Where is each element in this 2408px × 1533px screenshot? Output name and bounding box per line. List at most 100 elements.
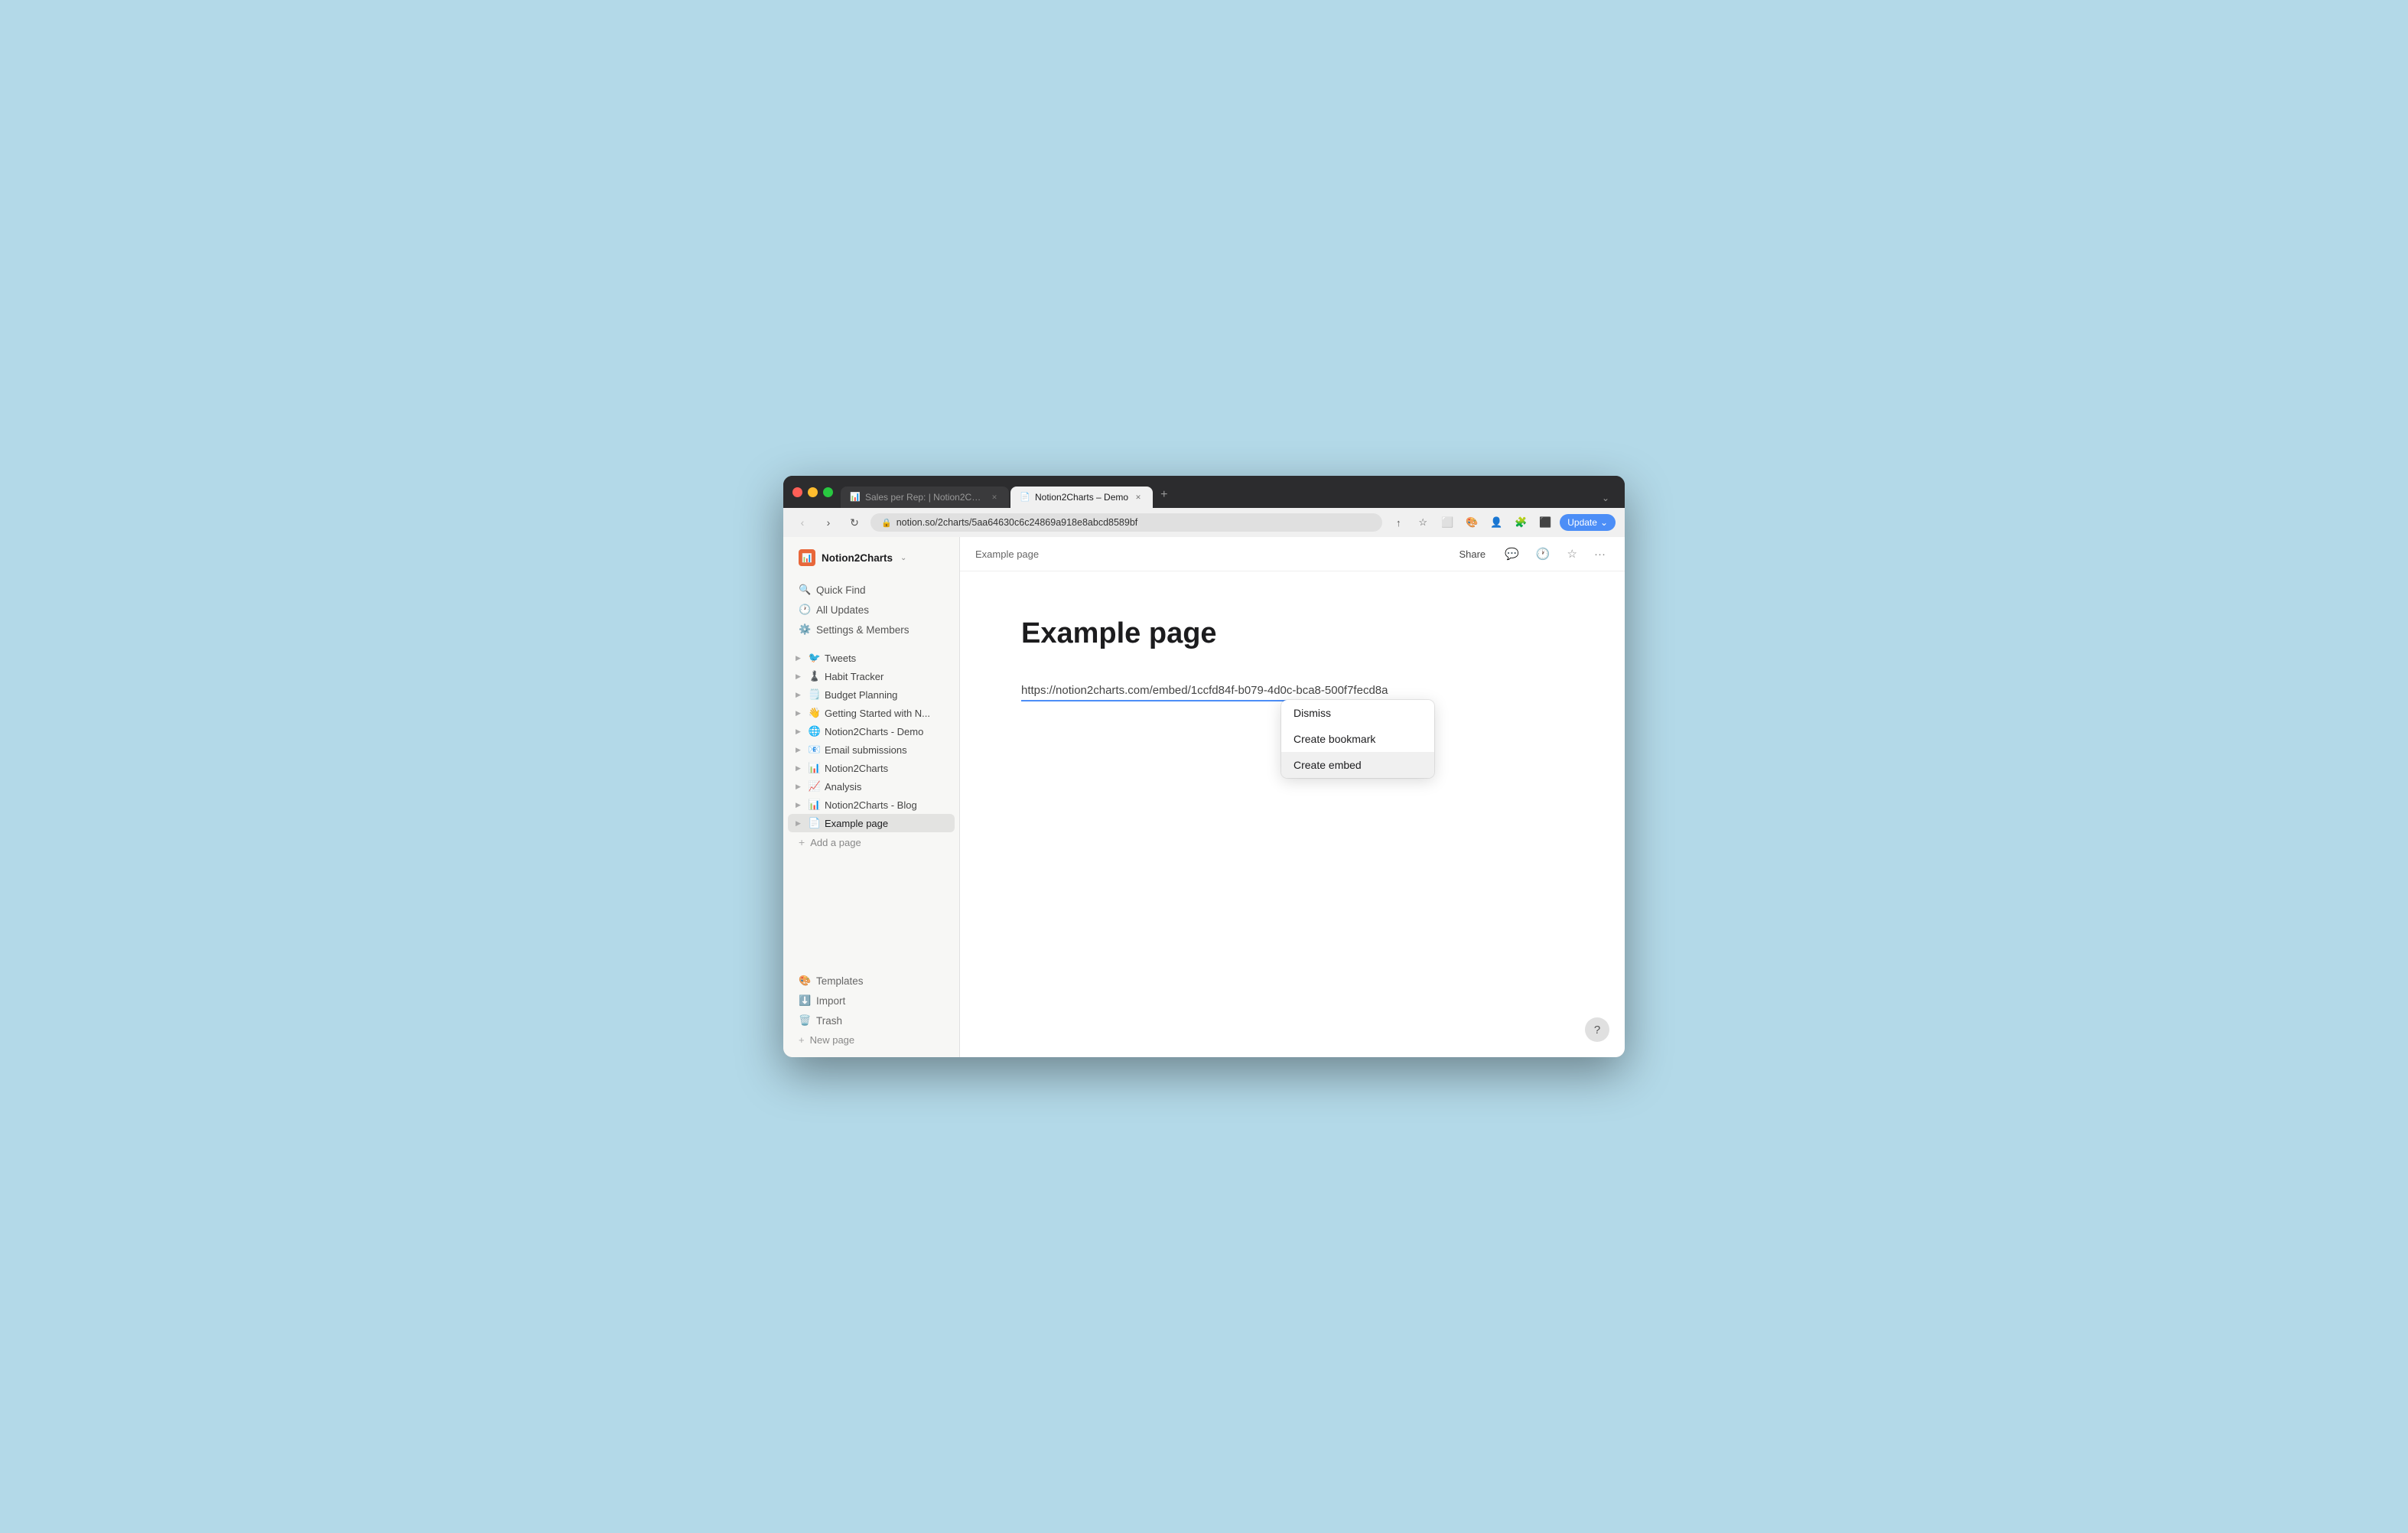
breadcrumb: Example page — [975, 548, 1039, 560]
page-blog-emoji: 📊 — [808, 799, 822, 811]
address-field[interactable]: 🔒 notion.so/2charts/5aa64630c6c24869a918… — [870, 513, 1382, 532]
sidebar-page-notion2charts[interactable]: ▶ 📊 Notion2Charts — [788, 759, 955, 777]
update-chevron-icon: ⌄ — [1600, 517, 1608, 528]
sidebar-page-tweets[interactable]: ▶ 🐦 Tweets — [788, 649, 955, 667]
update-label: Update — [1567, 517, 1597, 528]
bookmark-toolbar-button[interactable]: ☆ — [1413, 513, 1433, 532]
sidebar-item-import[interactable]: ⬇️ Import — [788, 991, 955, 1011]
search-icon: 🔍 — [799, 584, 811, 596]
share-button[interactable]: Share — [1453, 546, 1492, 562]
url-input[interactable] — [1021, 681, 1388, 701]
workspace-name: Notion2Charts — [822, 552, 893, 564]
page-email-emoji: 📧 — [808, 744, 822, 756]
sidebar-page-getting-started[interactable]: ▶ 👋 Getting Started with N... — [788, 704, 955, 722]
back-button[interactable]: ‹ — [792, 513, 812, 532]
traffic-light-minimize[interactable] — [808, 487, 818, 497]
new-tab-button[interactable]: + — [1154, 483, 1173, 506]
page-chevron-icon: ▶ — [796, 672, 805, 681]
sidebar-item-settings[interactable]: ⚙️ Settings & Members — [788, 620, 955, 640]
traffic-light-close[interactable] — [792, 487, 802, 497]
workspace-icon: 📊 — [799, 549, 815, 566]
sidebar-page-notion2charts-demo[interactable]: ▶ 🌐 Notion2Charts - Demo — [788, 722, 955, 740]
page-header: Example page Share 💬 🕐 ☆ ··· — [960, 537, 1625, 571]
gear-icon: ⚙️ — [799, 623, 811, 636]
reload-button[interactable]: ↻ — [844, 513, 864, 532]
new-page-plus-icon: + — [799, 1034, 805, 1046]
sidebar-page-analysis[interactable]: ▶ 📈 Analysis — [788, 777, 955, 796]
split-toolbar-button[interactable]: ⬛ — [1535, 513, 1555, 532]
sidebar-item-settings-label: Settings & Members — [816, 624, 910, 636]
comment-button[interactable]: 💬 — [1501, 545, 1523, 563]
page-chevron-icon: ▶ — [796, 746, 805, 754]
sidebar-page-habit-tracker[interactable]: ▶ ♟️ Habit Tracker — [788, 667, 955, 685]
sidebar-page-budget-planning[interactable]: ▶ 🗒️ Budget Planning — [788, 685, 955, 704]
sidebar-page-demo-label: Notion2Charts - Demo — [825, 726, 949, 737]
page-body: Example page Dismiss Create bookmark Cre… — [960, 571, 1625, 1057]
page-chevron-icon: ▶ — [796, 654, 805, 662]
pip-toolbar-button[interactable]: ⬜ — [1437, 513, 1457, 532]
sidebar-bottom: 🎨 Templates ⬇️ Import 🗑️ Trash + New pag… — [783, 963, 959, 1050]
sidebar-item-all-updates[interactable]: 🕐 All Updates — [788, 600, 955, 620]
share-toolbar-button[interactable]: ↑ — [1388, 513, 1408, 532]
page-chevron-icon: ▶ — [796, 709, 805, 718]
sidebar-item-templates[interactable]: 🎨 Templates — [788, 971, 955, 991]
sidebar-item-trash[interactable]: 🗑️ Trash — [788, 1011, 955, 1030]
page-budget-emoji: 🗒️ — [808, 688, 822, 701]
browser-tab-1[interactable]: 📊 Sales per Rep: | Notion2Charts ✕ — [841, 487, 1009, 508]
context-menu-create-embed[interactable]: Create embed — [1281, 752, 1434, 778]
workspace-chevron-icon: ⌄ — [900, 554, 906, 562]
extensions-toolbar-button[interactable]: 🧩 — [1511, 513, 1531, 532]
page-tweets-emoji: 🐦 — [808, 652, 822, 664]
page-title: Example page — [1021, 617, 1564, 650]
sidebar-item-quick-find-label: Quick Find — [816, 584, 866, 596]
lock-icon: 🔒 — [881, 518, 892, 528]
page-chevron-icon: ▶ — [796, 727, 805, 736]
tab-1-close[interactable]: ✕ — [989, 492, 1000, 503]
sidebar-page-notion2charts-label: Notion2Charts — [825, 763, 949, 774]
address-text: notion.so/2charts/5aa64630c6c24869a918e8… — [896, 517, 1138, 528]
workspace-header[interactable]: 📊 Notion2Charts ⌄ — [788, 545, 955, 571]
context-menu-create-bookmark[interactable]: Create bookmark — [1281, 726, 1434, 752]
tab-2-favicon: 📄 — [1020, 492, 1030, 503]
update-button[interactable]: Update ⌄ — [1560, 514, 1616, 531]
context-menu: Dismiss Create bookmark Create embed — [1281, 700, 1434, 778]
sidebar-page-blog-label: Notion2Charts - Blog — [825, 799, 949, 811]
tab-expand-button[interactable]: ⌄ — [1596, 488, 1616, 508]
traffic-lights — [792, 487, 833, 497]
history-button[interactable]: 🕐 — [1532, 545, 1554, 563]
new-page-button[interactable]: + New page — [788, 1030, 955, 1050]
page-analysis-emoji: 📈 — [808, 780, 822, 793]
more-button[interactable]: ··· — [1590, 545, 1609, 563]
header-actions: Share 💬 🕐 ☆ ··· — [1453, 545, 1609, 563]
color-toolbar-button[interactable]: 🎨 — [1462, 513, 1482, 532]
tab-2-label: Notion2Charts – Demo — [1035, 492, 1128, 503]
browser-tab-2[interactable]: 📄 Notion2Charts – Demo ✕ — [1010, 487, 1153, 508]
sidebar-page-getting-started-label: Getting Started with N... — [825, 708, 949, 719]
help-button[interactable]: ? — [1585, 1017, 1609, 1042]
sidebar-page-budget-label: Budget Planning — [825, 689, 949, 701]
address-bar-row: ‹ › ↻ 🔒 notion.so/2charts/5aa64630c6c248… — [783, 508, 1625, 537]
sidebar: 📊 Notion2Charts ⌄ 🔍 Quick Find 🕐 All Upd… — [783, 537, 959, 1057]
sidebar-item-quick-find[interactable]: 🔍 Quick Find — [788, 580, 955, 600]
profile-toolbar-button[interactable]: 👤 — [1486, 513, 1506, 532]
add-page-button[interactable]: + Add a page — [788, 832, 955, 852]
page-demo-emoji: 🌐 — [808, 725, 822, 737]
sidebar-page-tweets-label: Tweets — [825, 653, 949, 664]
page-chevron-icon: ▶ — [796, 819, 805, 828]
favorite-button[interactable]: ☆ — [1564, 545, 1581, 563]
sidebar-page-example[interactable]: ▶ 📄 Example page — [788, 814, 955, 832]
main-content: Example page Share 💬 🕐 ☆ ··· Example pag… — [960, 537, 1625, 1057]
sidebar-page-example-label: Example page — [825, 818, 949, 829]
sidebar-page-email-submissions[interactable]: ▶ 📧 Email submissions — [788, 740, 955, 759]
context-menu-dismiss[interactable]: Dismiss — [1281, 700, 1434, 726]
sidebar-item-all-updates-label: All Updates — [816, 604, 869, 616]
browser-chrome: 📊 Sales per Rep: | Notion2Charts ✕ 📄 Not… — [783, 476, 1625, 508]
page-n2c-emoji: 📊 — [808, 762, 822, 774]
clock-icon: 🕐 — [799, 604, 811, 616]
forward-button[interactable]: › — [818, 513, 838, 532]
tab-2-close[interactable]: ✕ — [1133, 492, 1144, 503]
traffic-light-fullscreen[interactable] — [823, 487, 833, 497]
sidebar-page-habit-tracker-label: Habit Tracker — [825, 671, 949, 682]
app-content: 📊 Notion2Charts ⌄ 🔍 Quick Find 🕐 All Upd… — [783, 537, 1625, 1057]
sidebar-page-n2c-blog[interactable]: ▶ 📊 Notion2Charts - Blog — [788, 796, 955, 814]
